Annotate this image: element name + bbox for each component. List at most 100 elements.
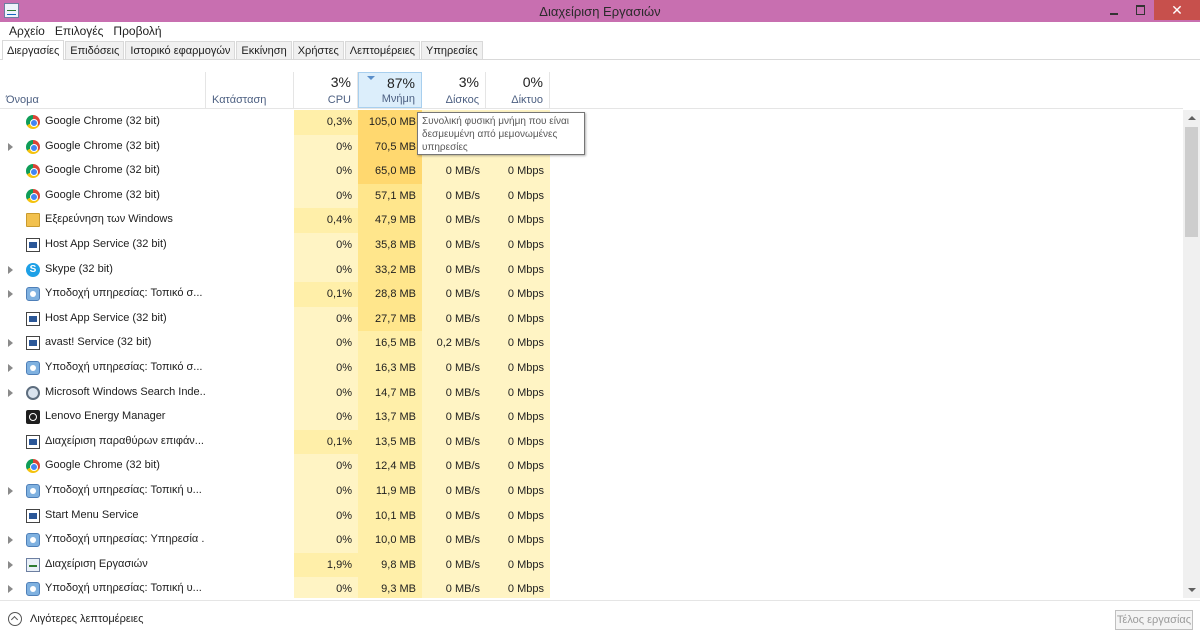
process-disk: 0 MB/s — [422, 208, 486, 233]
menu-file[interactable]: Αρχείο — [4, 24, 50, 38]
expand-chevron-icon[interactable] — [8, 486, 13, 495]
tab-details[interactable]: Λεπτομέρειες — [344, 41, 420, 59]
expand-chevron-icon[interactable] — [8, 142, 13, 151]
column-name[interactable]: Όνομα — [0, 72, 206, 108]
tab-processes[interactable]: Διεργασίες — [2, 40, 65, 60]
process-memory: 16,5 MB — [358, 331, 422, 356]
process-row[interactable]: Google Chrome (32 bit) 0% 57,1 MB 0 MB/s 0 M… — [0, 183, 1183, 209]
tab-app-history[interactable]: Ιστορικό εφαρμογών — [125, 41, 236, 59]
process-disk: 0 MB/s — [422, 355, 486, 381]
process-row[interactable]: Google Chrome (32 bit) 0% 70,5 MB — [0, 134, 1183, 160]
menu-view[interactable]: Προβολή — [108, 24, 166, 38]
process-memory: 14,7 MB — [358, 380, 422, 406]
process-memory: 11,9 MB — [358, 478, 422, 504]
search-indexer-icon — [26, 385, 40, 400]
expand-chevron-icon[interactable] — [8, 363, 13, 372]
column-status[interactable]: Κατάσταση — [206, 72, 294, 108]
process-name: Υποδοχή υπηρεσίας: Υπηρεσία ... — [45, 533, 205, 546]
scroll-up-arrow-icon[interactable] — [1183, 110, 1200, 127]
close-button[interactable]: ✕ — [1154, 0, 1200, 20]
process-network: 0 Mbps — [486, 503, 550, 529]
expand-chevron-icon[interactable] — [8, 339, 13, 348]
process-row[interactable]: S Skype (32 bit) 0% 33,2 MB 0 MB/s 0 Mbps — [0, 257, 1183, 283]
tab-startup[interactable]: Εκκίνηση — [236, 41, 292, 59]
process-row[interactable]: Google Chrome (32 bit) 0% 12,4 MB 0 MB/s 0 M… — [0, 454, 1183, 479]
maximize-button[interactable] — [1127, 0, 1154, 20]
memory-total-percent: 87% — [386, 75, 415, 91]
column-disk[interactable]: 3% Δίσκος — [422, 72, 486, 108]
process-row[interactable]: Υποδοχή υπηρεσίας: Υπηρεσία ... 0% 10,0 MB… — [0, 528, 1183, 553]
process-row[interactable]: Υποδοχή υπηρεσίας: Τοπική υ... 0% 11,9 MB 0… — [0, 478, 1183, 504]
process-name: Google Chrome (32 bit) — [45, 459, 160, 472]
process-row[interactable]: Google Chrome (32 bit) 0,3% 105,0 MB — [0, 110, 1183, 135]
scrollbar-thumb[interactable] — [1185, 127, 1198, 237]
process-cpu: 0% — [294, 380, 358, 406]
process-name: Host App Service (32 bit) — [45, 237, 167, 250]
expand-chevron-icon[interactable] — [8, 536, 13, 545]
process-cpu: 0% — [294, 183, 358, 209]
menu-options[interactable]: Επιλογές — [50, 24, 109, 38]
end-task-button[interactable]: Τέλος εργασίας — [1115, 610, 1193, 630]
process-name: Υποδοχή υπηρεσίας: Τοπική υ... — [45, 582, 202, 595]
process-network: 0 Mbps — [486, 478, 550, 504]
process-row[interactable]: Start Menu Service 0% 10,1 MB 0 MB/s 0 Mbps — [0, 503, 1183, 529]
expand-chevron-icon[interactable] — [8, 560, 13, 569]
expand-chevron-icon[interactable] — [8, 585, 13, 594]
fewer-details-button[interactable]: Λιγότερες λεπτομέρειες — [8, 612, 143, 626]
process-network: 0 Mbps — [486, 577, 550, 598]
process-cpu: 0% — [294, 159, 358, 184]
tab-users[interactable]: Χρήστες — [292, 41, 344, 59]
process-row[interactable]: Εξερεύνηση των Windows 0,4% 47,9 MB 0 MB/s 0… — [0, 208, 1183, 233]
chrome-icon — [26, 459, 40, 474]
process-name: Lenovo Energy Manager — [45, 410, 166, 423]
tab-services[interactable]: Υπηρεσίες — [420, 41, 483, 59]
expand-chevron-icon[interactable] — [8, 290, 13, 299]
vertical-scrollbar[interactable] — [1183, 110, 1200, 598]
column-network[interactable]: 0% Δίκτυο — [486, 72, 550, 108]
process-row[interactable]: Lenovo Energy Manager 0% 13,7 MB 0 MB/s 0 Mb… — [0, 405, 1183, 430]
process-row[interactable]: Microsoft Windows Search Inde... 0% 14,7 M… — [0, 380, 1183, 406]
fewer-details-label: Λιγότερες λεπτομέρειες — [30, 613, 144, 625]
process-name: Host App Service (32 bit) — [45, 311, 167, 324]
process-name: Google Chrome (32 bit) — [45, 115, 160, 127]
minimize-button[interactable] — [1100, 0, 1127, 20]
title-bar: Διαχείριση Εργασιών ✕ — [0, 0, 1200, 22]
chrome-icon — [26, 188, 40, 203]
process-cpu: 0% — [294, 577, 358, 598]
process-cpu: 0,4% — [294, 208, 358, 233]
process-disk: 0 MB/s — [422, 306, 486, 332]
process-row[interactable]: Διαχείριση Εργασιών 1,9% 9,8 MB 0 MB/s 0 Mbp… — [0, 552, 1183, 578]
process-row[interactable]: Υποδοχή υπηρεσίας: Τοπικό σ... 0,1% 28,8 M… — [0, 282, 1183, 307]
column-memory[interactable]: 87% Μνήμη — [358, 72, 422, 108]
process-memory: 70,5 MB — [358, 134, 422, 160]
app-window-icon — [26, 336, 40, 351]
process-disk: 0 MB/s — [422, 282, 486, 307]
expand-chevron-icon[interactable] — [8, 265, 13, 274]
process-row[interactable]: Host App Service (32 bit) 0% 27,7 MB 0 MB/s… — [0, 306, 1183, 332]
process-row[interactable]: Διαχείριση παραθύρων επιφάν... 0,1% 13,5 M… — [0, 429, 1183, 455]
process-cpu: 0% — [294, 355, 358, 381]
network-total-percent: 0% — [522, 74, 543, 90]
process-network: 0 Mbps — [486, 380, 550, 406]
process-memory: 9,3 MB — [358, 577, 422, 598]
process-row[interactable]: avast! Service (32 bit) 0% 16,5 MB 0,2 MB/s… — [0, 331, 1183, 356]
process-name: Υποδοχή υπηρεσίας: Τοπικό σ... — [45, 287, 203, 300]
app-window-icon — [26, 508, 40, 523]
process-disk: 0 MB/s — [422, 552, 486, 578]
process-row[interactable]: Google Chrome (32 bit) 0% 65,0 MB 0 MB/s 0 M… — [0, 159, 1183, 184]
column-network-label: Δίκτυο — [511, 94, 543, 106]
task-manager-icon[interactable] — [4, 3, 19, 18]
process-cpu: 0% — [294, 454, 358, 479]
column-cpu[interactable]: 3% CPU — [294, 72, 358, 108]
process-cpu: 1,9% — [294, 552, 358, 578]
scroll-down-arrow-icon[interactable] — [1183, 581, 1200, 598]
process-network: 0 Mbps — [486, 282, 550, 307]
process-disk: 0 MB/s — [422, 405, 486, 430]
expand-chevron-icon[interactable] — [8, 388, 13, 397]
tab-performance[interactable]: Επιδόσεις — [65, 41, 125, 59]
process-memory: 47,9 MB — [358, 208, 422, 233]
process-row[interactable]: Host App Service (32 bit) 0% 35,8 MB 0 MB/s… — [0, 232, 1183, 258]
process-row[interactable]: Υποδοχή υπηρεσίας: Τοπική υ... 0% 9,3 MB 0 … — [0, 577, 1183, 598]
process-disk: 0 MB/s — [422, 577, 486, 598]
process-row[interactable]: Υποδοχή υπηρεσίας: Τοπικό σ... 0% 16,3 MB 0… — [0, 355, 1183, 381]
